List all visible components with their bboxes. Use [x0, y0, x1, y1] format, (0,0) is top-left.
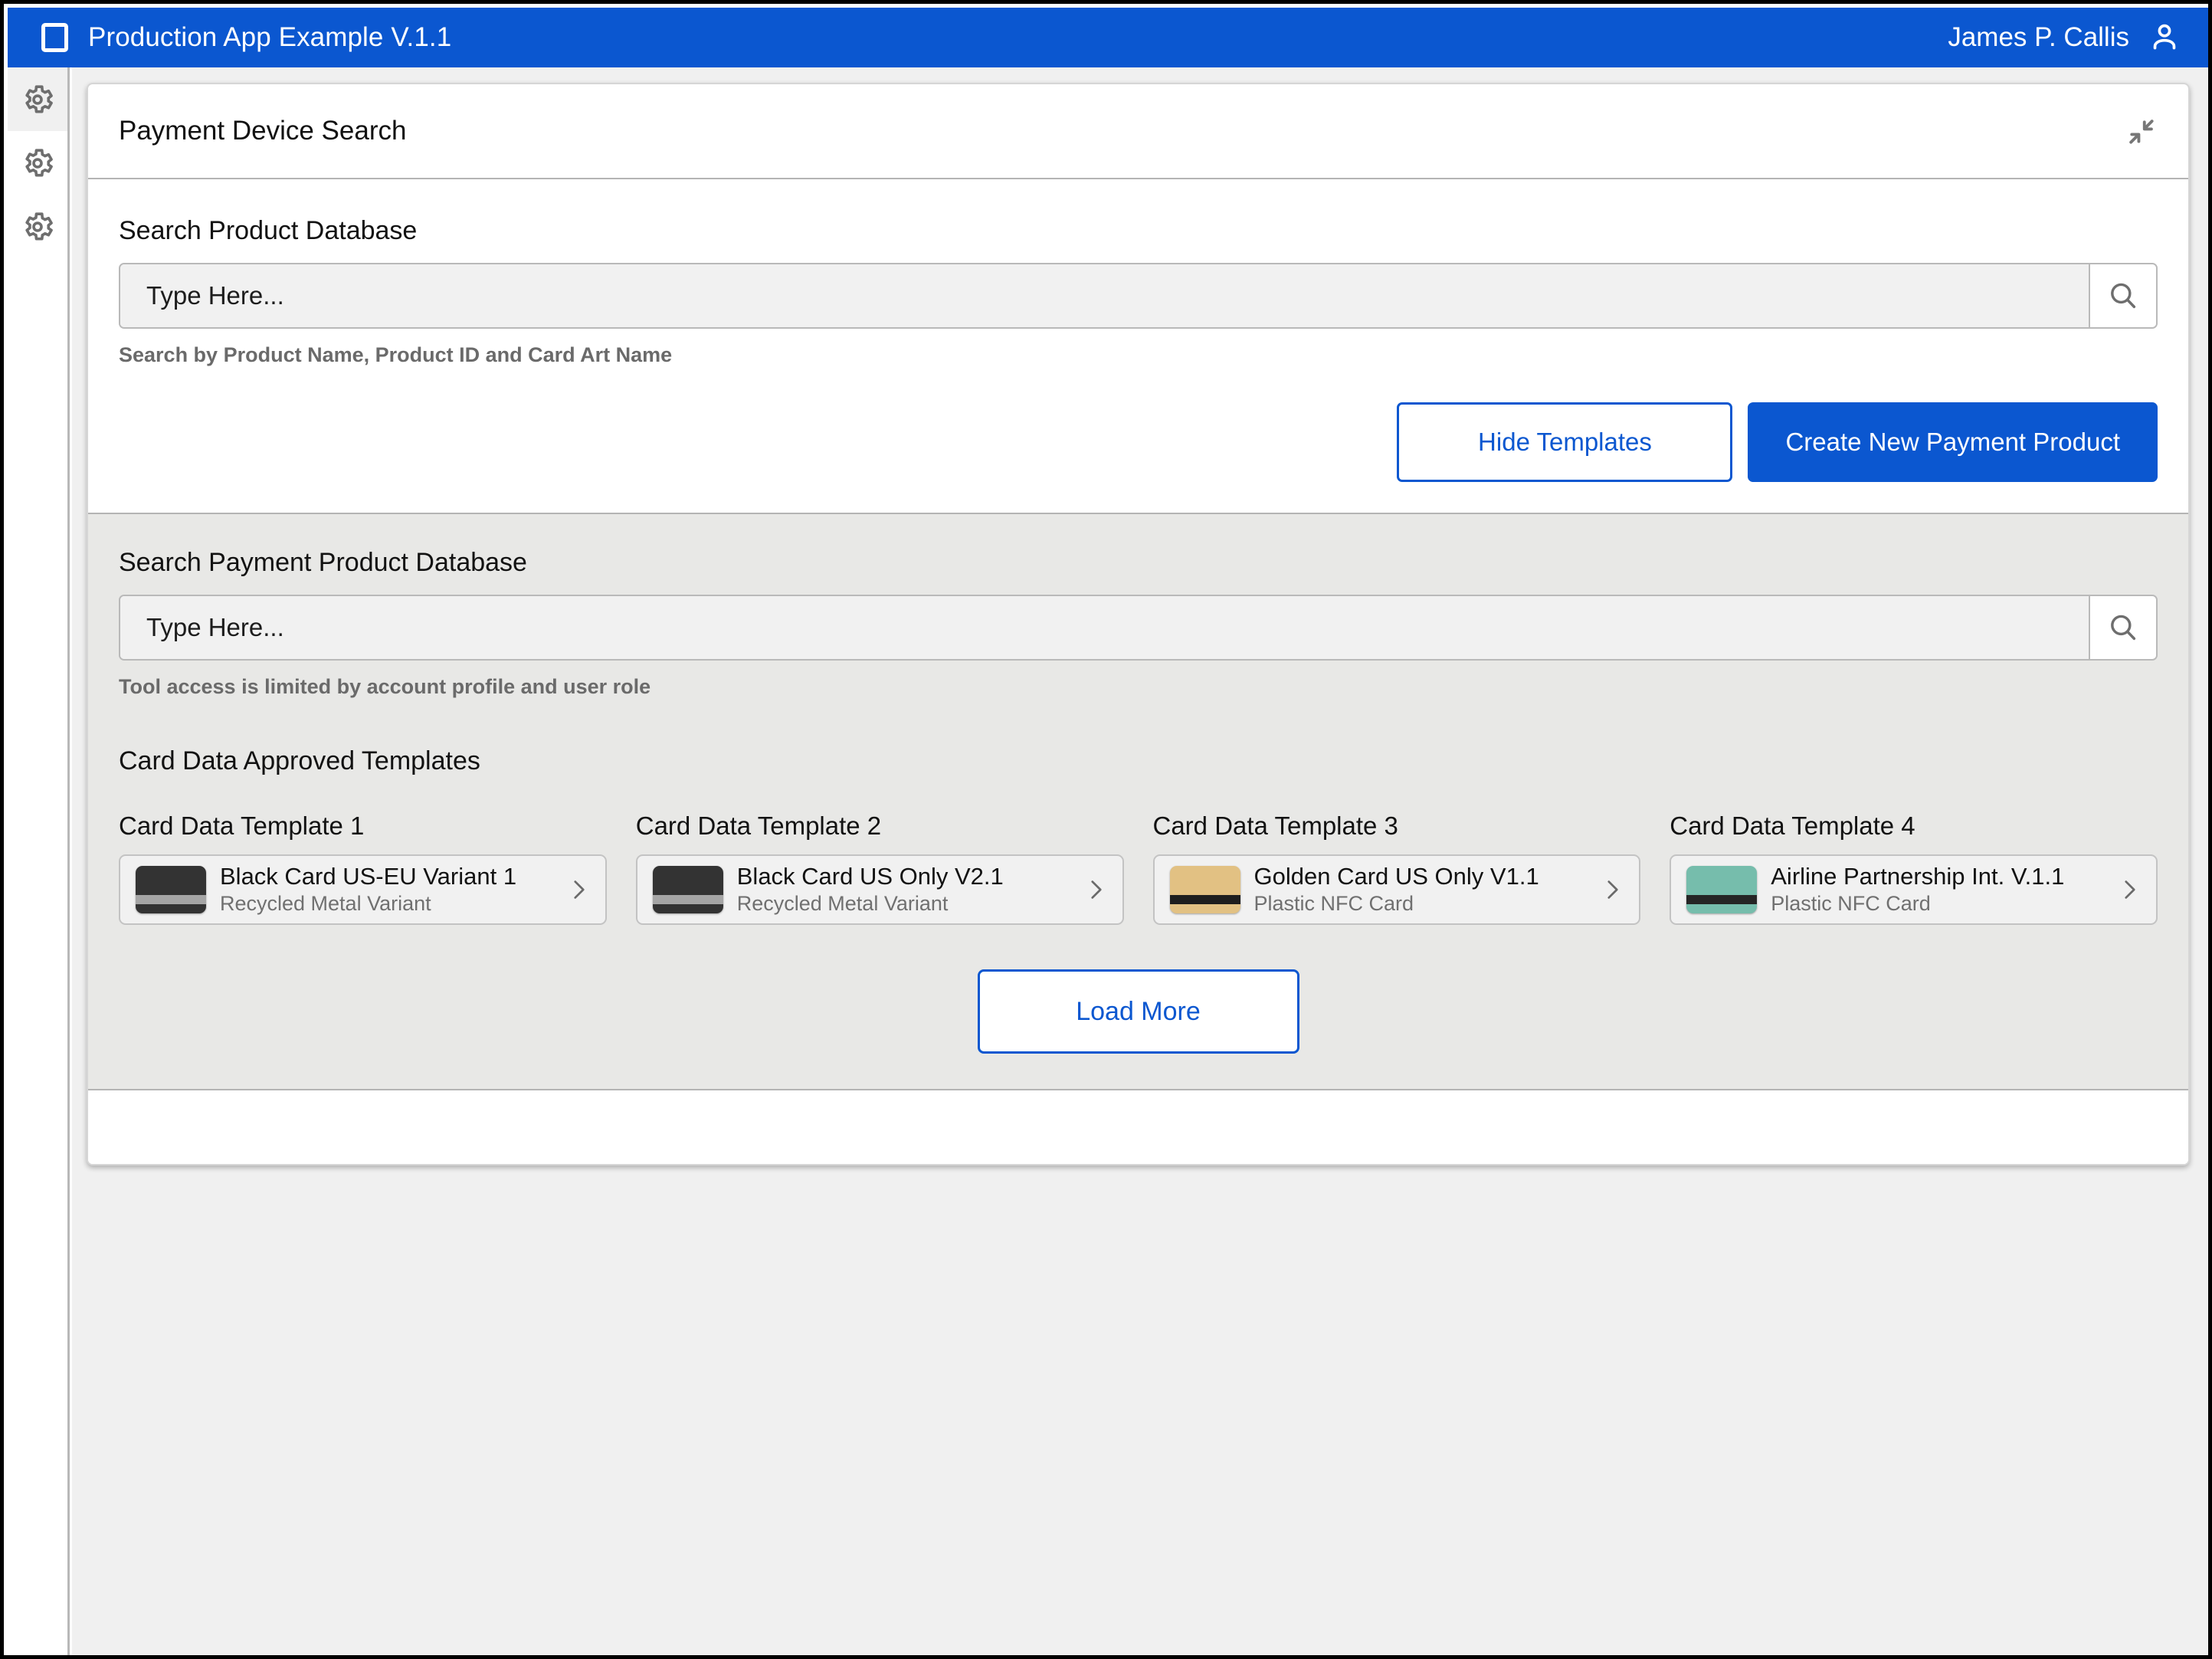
payment-search-input[interactable] [120, 596, 2089, 659]
top-bar-left: Production App Example V.1.1 [41, 22, 451, 53]
main-canvas: Payment Device Search Search Product Dat… [72, 67, 2208, 1655]
chevron-right-icon [2125, 880, 2135, 899]
app-title: Production App Example V.1.1 [88, 22, 452, 52]
template-subtitle: Recycled Metal Variant [736, 892, 949, 916]
template-column-label: Card Data Template 4 [1670, 811, 1915, 840]
user-menu[interactable]: James P. Callis [1948, 21, 2181, 54]
payment-search-button[interactable] [2089, 596, 2156, 659]
hide-templates-button[interactable]: Hide Templates [1397, 402, 1733, 482]
card-art-thumbnail [1686, 866, 1758, 913]
gear-icon [25, 211, 53, 241]
template-subtitle: Recycled Metal Variant [220, 892, 431, 916]
template-name: Black Card US Only V2.1 [736, 863, 1004, 890]
payment-search-row [119, 595, 2158, 661]
top-bar: Production App Example V.1.1 James P. Ca… [8, 8, 2208, 67]
sidebar [8, 67, 70, 1655]
template-column-label: Card Data Template 2 [635, 811, 882, 840]
card-footer [88, 1090, 2188, 1164]
gear-icon [25, 148, 53, 177]
chevron-right-icon [1090, 880, 1102, 899]
template-card-3[interactable]: Golden Card US Only V1.1 Plastic NFC Car… [1152, 854, 1641, 925]
chevron-right-icon [1607, 880, 1618, 899]
sidebar-item-settings-2[interactable] [8, 131, 67, 195]
payment-search-label: Search Payment Product Database [119, 548, 527, 577]
template-column-label: Card Data Template 1 [119, 811, 365, 840]
load-more-button[interactable]: Load More [977, 969, 1299, 1054]
product-search-label: Search Product Database [119, 216, 418, 245]
card-art-thumbnail [1169, 866, 1240, 913]
template-card-text: Black Card US Only V2.1 Recycled Metal V… [737, 863, 1083, 916]
template-card-1[interactable]: Black Card US-EU Variant 1 Recycled Meta… [119, 854, 607, 925]
app-window: Production App Example V.1.1 James P. Ca… [0, 0, 2212, 1659]
payment-search-helper: Tool access is limited by account profil… [119, 675, 651, 698]
templates-section: Search Payment Product Database Tool acc… [88, 514, 2188, 1090]
card-action-buttons: Hide Templates Create New Payment Produc… [119, 402, 2158, 482]
template-name: Black Card US-EU Variant 1 [220, 863, 517, 890]
card-header: Payment Device Search [88, 84, 2188, 179]
page-title: Payment Device Search [119, 116, 407, 146]
user-name: James P. Callis [1948, 22, 2129, 52]
card-art-thumbnail [652, 866, 723, 913]
sidebar-item-settings-1[interactable] [8, 67, 67, 131]
sidebar-item-settings-3[interactable] [8, 195, 67, 258]
product-search-helper: Search by Product Name, Product ID and C… [119, 343, 673, 366]
gear-icon [25, 84, 53, 113]
search-icon [2111, 615, 2136, 641]
square-outline-icon [41, 23, 68, 52]
chevron-right-icon [574, 880, 585, 899]
load-more-wrap: Load More [119, 969, 2158, 1054]
template-column-2: Card Data Template 2 Black Card US Only … [635, 811, 1124, 925]
template-card-2[interactable]: Black Card US Only V2.1 Recycled Metal V… [635, 854, 1124, 925]
template-card-text: Black Card US-EU Variant 1 Recycled Meta… [220, 863, 565, 916]
template-column-label: Card Data Template 3 [1152, 811, 1398, 840]
template-card-4[interactable]: Airline Partnership Int. V.1.1 Plastic N… [1670, 854, 2158, 925]
template-card-text: Golden Card US Only V1.1 Plastic NFC Car… [1254, 863, 1600, 916]
create-new-payment-product-button[interactable]: Create New Payment Product [1748, 402, 2158, 482]
product-search-section: Search Product Database Search by Produc… [88, 179, 2188, 514]
template-name: Airline Partnership Int. V.1.1 [1771, 863, 2065, 890]
product-search-button[interactable] [2089, 264, 2156, 327]
template-subtitle: Plastic NFC Card [1771, 892, 1931, 916]
template-column-4: Card Data Template 4 Airline Partnership… [1670, 811, 2158, 925]
template-subtitle: Plastic NFC Card [1253, 892, 1414, 916]
template-name: Golden Card US Only V1.1 [1253, 863, 1539, 890]
search-icon [2111, 283, 2136, 309]
search-input[interactable] [120, 264, 2089, 327]
product-search-row [119, 263, 2158, 329]
template-grid: Card Data Template 1 Black Card US-EU Va… [119, 811, 2158, 925]
collapse-arrows-icon[interactable] [2124, 114, 2158, 148]
payment-device-search-card: Payment Device Search Search Product Dat… [87, 83, 2190, 1166]
template-card-text: Airline Partnership Int. V.1.1 Plastic N… [1771, 863, 2116, 916]
template-column-1: Card Data Template 1 Black Card US-EU Va… [119, 811, 607, 925]
template-column-3: Card Data Template 3 Golden Card US Only… [1152, 811, 1641, 925]
person-icon[interactable] [2148, 21, 2181, 54]
approved-templates-title: Card Data Approved Templates [119, 746, 480, 775]
card-art-thumbnail [136, 866, 206, 913]
